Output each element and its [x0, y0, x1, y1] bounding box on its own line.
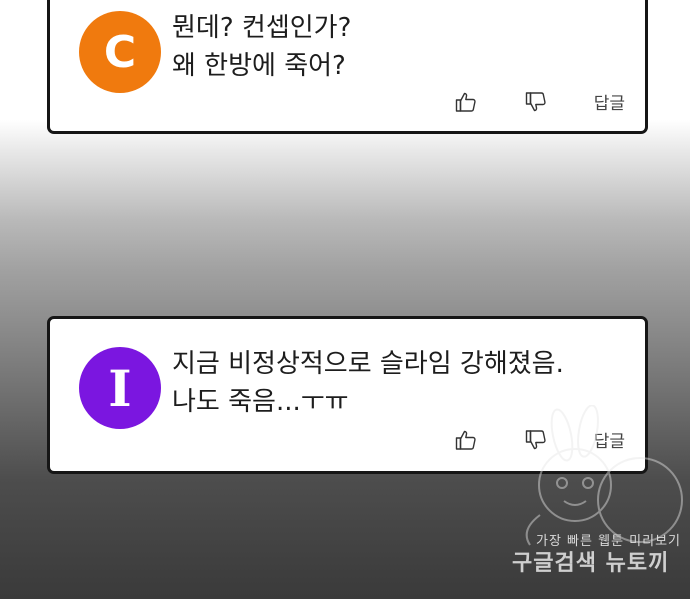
- comment-line: 뭔데? 컨셉인가?: [172, 13, 352, 43]
- reply-button[interactable]: 답글: [594, 89, 625, 114]
- avatar: I: [79, 347, 161, 429]
- watermark: 가장 빠른 웹툰 미리보기 구글검색 뉴토끼: [500, 405, 685, 595]
- watermark-line: 구글검색 뉴토끼: [512, 551, 670, 576]
- avatar: C: [79, 11, 161, 93]
- avatar-letter: I: [108, 358, 132, 418]
- avatar-letter: C: [103, 26, 137, 78]
- comment-line: 지금 비정상적으로 슬라임 강해졌음.: [172, 349, 564, 379]
- comment-actions: 답글: [454, 89, 625, 114]
- thumbs-up-icon[interactable]: [454, 428, 478, 452]
- comment-text: 뭔데? 컨셉인가? 왜 한방에 죽어?: [172, 9, 625, 85]
- thumbs-down-icon[interactable]: [524, 90, 548, 114]
- comment-card: C 뭔데? 컨셉인가? 왜 한방에 죽어? 답글: [47, 0, 648, 134]
- comment-line: 왜 한방에 죽어?: [172, 51, 346, 81]
- thumbs-up-icon[interactable]: [454, 90, 478, 114]
